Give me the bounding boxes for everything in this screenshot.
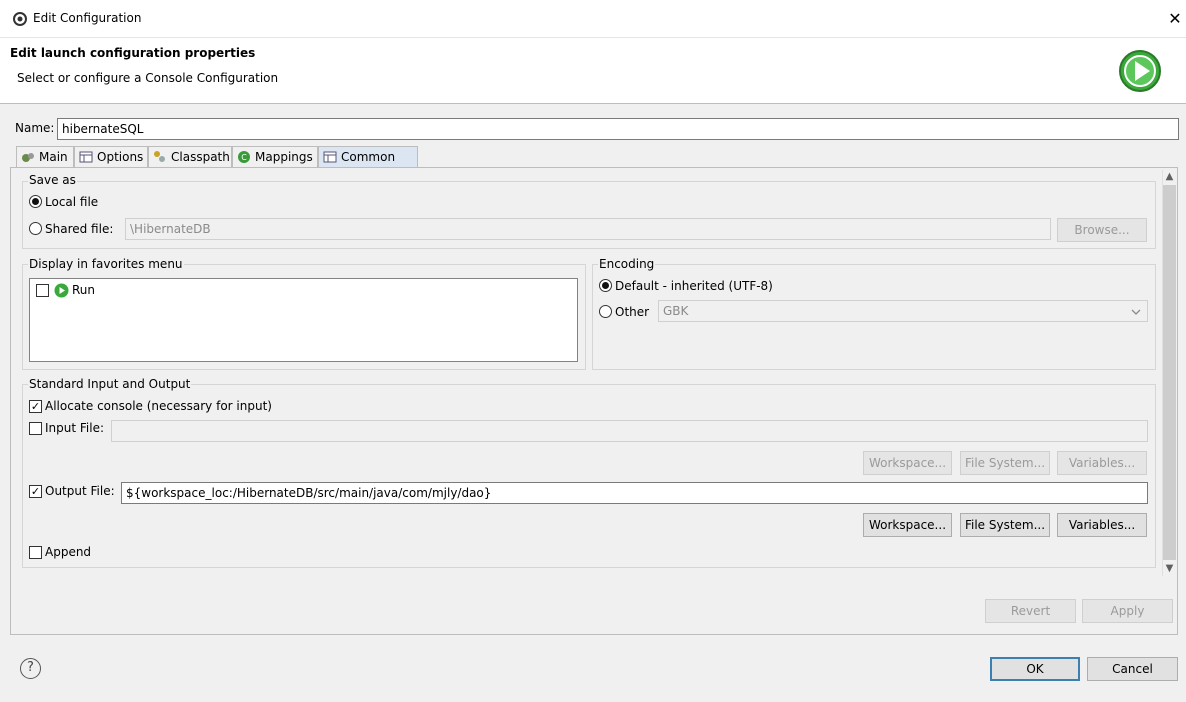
scroll-down-icon[interactable]: ▼: [1163, 562, 1176, 576]
shared-file-input[interactable]: \HibernateDB: [125, 218, 1051, 240]
tab-classpath-label: Classpath: [171, 150, 230, 164]
options-icon: [79, 151, 93, 163]
shared-file-label: Shared file:: [45, 222, 114, 236]
title-bar: [0, 0, 1186, 38]
append-label: Append: [45, 545, 92, 559]
cancel-button[interactable]: Cancel: [1087, 657, 1178, 681]
output-file-system-button[interactable]: File System...: [960, 513, 1050, 537]
name-input[interactable]: hibernateSQL: [57, 118, 1179, 140]
encoding-default-radio[interactable]: [599, 279, 612, 292]
help-icon[interactable]: ?: [20, 658, 41, 679]
std-io-label: Standard Input and Output: [28, 377, 192, 391]
input-workspace-button[interactable]: Workspace...: [863, 451, 952, 475]
output-file-label: Output File:: [45, 484, 115, 498]
output-file-input[interactable]: ${workspace_loc:/HibernateDB/src/main/ja…: [121, 482, 1148, 504]
encoding-label: Encoding: [598, 257, 656, 271]
shared-file-radio[interactable]: [29, 222, 42, 235]
encoding-other-label: Other: [615, 305, 650, 319]
browse-button[interactable]: Browse...: [1057, 218, 1147, 242]
allocate-console-checkbox[interactable]: ✓: [29, 400, 42, 413]
close-icon[interactable]: ✕: [1164, 8, 1186, 30]
favorites-label: Display in favorites menu: [28, 257, 184, 271]
tab-classpath[interactable]: Classpath: [148, 146, 232, 168]
classpath-icon: [154, 151, 165, 162]
scrollbar-thumb[interactable]: [1163, 185, 1176, 560]
local-file-label: Local file: [45, 195, 99, 209]
config-gear-icon: [13, 12, 27, 26]
favorite-run-checkbox[interactable]: [36, 284, 49, 297]
svg-text:C: C: [241, 153, 247, 162]
encoding-other-radio[interactable]: [599, 305, 612, 318]
mappings-icon: C: [238, 151, 250, 163]
input-file-label: Input File:: [45, 421, 105, 435]
scroll-up-icon[interactable]: ▲: [1163, 170, 1176, 184]
allocate-console-label: Allocate console (necessary for input): [45, 399, 272, 413]
output-variables-button[interactable]: Variables...: [1057, 513, 1147, 537]
output-workspace-button[interactable]: Workspace...: [863, 513, 952, 537]
input-file-checkbox[interactable]: [29, 422, 42, 435]
input-variables-button[interactable]: Variables...: [1057, 451, 1147, 475]
run-icon: [54, 283, 69, 298]
save-as-label: Save as: [28, 173, 77, 187]
output-file-checkbox[interactable]: ✓: [29, 485, 42, 498]
tab-options[interactable]: Options: [74, 146, 148, 168]
tab-common[interactable]: Common: [318, 146, 418, 168]
header-title: Edit launch configuration properties: [10, 46, 256, 60]
tab-common-label: Common: [341, 150, 396, 164]
header-subtitle: Select or configure a Console Configurat…: [17, 71, 279, 85]
local-file-radio[interactable]: [29, 195, 42, 208]
window-title: Edit Configuration: [33, 11, 142, 25]
append-checkbox[interactable]: [29, 546, 42, 559]
tab-main-label: Main: [39, 150, 68, 164]
favorites-list[interactable]: [29, 278, 578, 362]
main-icon: [22, 153, 34, 162]
encoding-other-select[interactable]: GBK: [658, 300, 1148, 322]
favorite-run-label: Run: [72, 283, 96, 297]
ok-button[interactable]: OK: [990, 657, 1080, 681]
input-file-system-button[interactable]: File System...: [960, 451, 1050, 475]
tab-mappings-label: Mappings: [255, 150, 313, 164]
tab-options-label: Options: [97, 150, 144, 164]
tab-main[interactable]: Main: [16, 146, 74, 168]
encoding-other-value: GBK: [663, 304, 689, 318]
run-icon: [1119, 50, 1161, 92]
input-file-input[interactable]: [111, 420, 1148, 442]
apply-button[interactable]: Apply: [1082, 599, 1173, 623]
encoding-default-label: Default - inherited (UTF-8): [615, 279, 773, 293]
chevron-down-icon: [1131, 309, 1141, 315]
common-icon: [323, 151, 337, 163]
tab-mappings[interactable]: C Mappings: [232, 146, 318, 168]
revert-button[interactable]: Revert: [985, 599, 1076, 623]
name-label: Name:: [15, 121, 55, 135]
